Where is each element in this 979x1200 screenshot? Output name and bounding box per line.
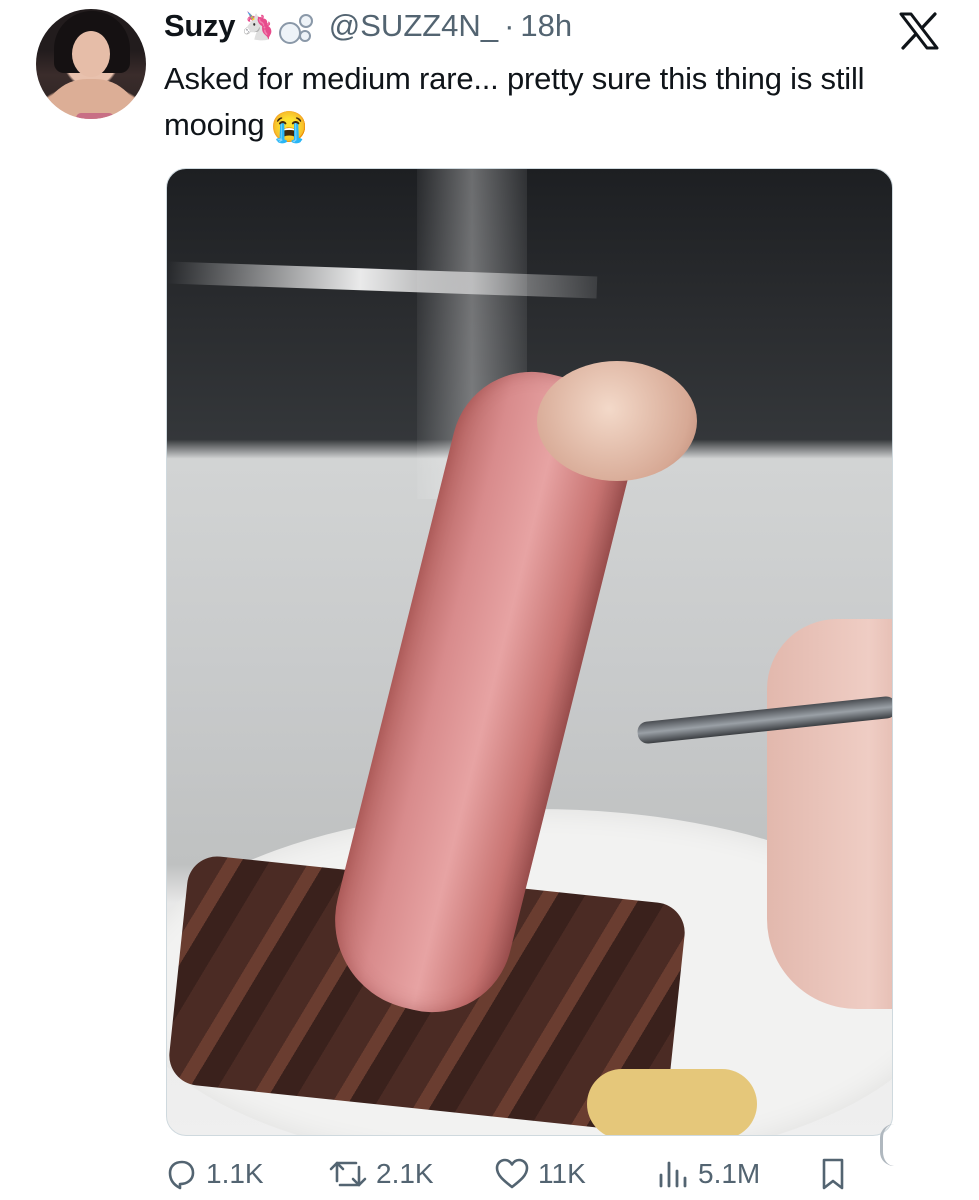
bookmark-button[interactable]	[818, 1148, 848, 1200]
views-count: 5.1M	[698, 1158, 761, 1189]
repost-count: 2.1K	[376, 1158, 434, 1189]
photo-hand	[767, 619, 892, 1009]
separator-dot: ·	[504, 8, 515, 43]
photo-steak-fat	[537, 361, 697, 481]
action-bar: 1.1K 2.1K 11K 5.1M	[0, 1148, 979, 1200]
like-count: 11K	[538, 1158, 586, 1189]
tweet-text: Asked for medium rare... pretty sure thi…	[164, 56, 954, 151]
tweet-photo[interactable]	[166, 168, 893, 1136]
reply-icon	[164, 1157, 198, 1191]
reply-count: 1.1K	[206, 1158, 264, 1189]
tweet-header: Suzy 🦄 @SUZZ4N_ · 18h	[164, 6, 572, 46]
reply-button[interactable]: 1.1K	[164, 1148, 264, 1200]
views-chart-icon	[656, 1157, 690, 1191]
photo-glare	[167, 261, 598, 299]
bookmark-icon	[818, 1157, 848, 1191]
display-name[interactable]: Suzy	[164, 8, 235, 44]
unicorn-emoji: 🦄	[241, 10, 275, 41]
user-handle[interactable]: @SUZZ4N_	[329, 8, 498, 44]
repost-icon	[328, 1157, 368, 1191]
avatar-face	[72, 31, 110, 77]
avatar[interactable]	[36, 9, 146, 119]
avatar-strap	[76, 113, 114, 119]
like-button[interactable]: 11K	[494, 1148, 586, 1200]
bubbles-icon	[277, 8, 315, 44]
photo-potato	[587, 1069, 757, 1135]
crying-face-icon: 😭	[270, 111, 308, 144]
repost-button[interactable]: 2.1K	[328, 1148, 434, 1200]
views-button[interactable]: 5.1M	[656, 1148, 760, 1200]
tweet-text-body: Asked for medium rare... pretty sure thi…	[164, 61, 865, 142]
heart-icon	[494, 1157, 530, 1191]
x-logo-icon	[898, 12, 940, 50]
post-time[interactable]: 18h	[520, 8, 572, 44]
